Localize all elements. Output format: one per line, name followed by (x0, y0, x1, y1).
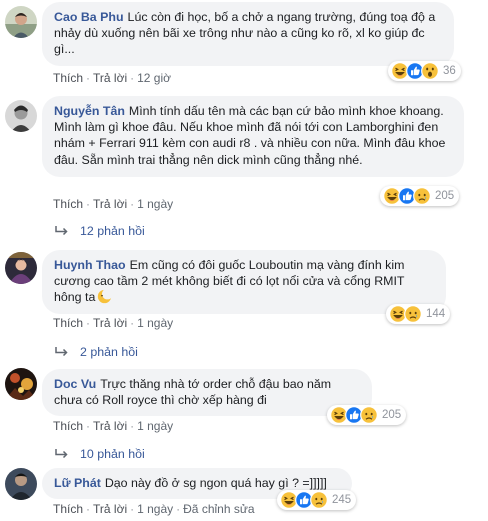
view-replies-link[interactable]: 10 phản hồi (53, 447, 145, 461)
reply-button[interactable]: Trả lời (93, 419, 127, 433)
comment-author[interactable]: Nguyễn Tân (54, 104, 125, 118)
reply-button[interactable]: Trả lời (93, 71, 127, 85)
avatar[interactable] (5, 6, 37, 38)
reply-arrow-icon (53, 346, 69, 358)
timestamp[interactable]: 12 giờ (137, 71, 171, 85)
avatar[interactable] (5, 368, 37, 400)
like-button[interactable]: Thích (53, 502, 83, 516)
sad-icon (404, 305, 422, 323)
reaction-count: 144 (426, 308, 446, 320)
crescent-moon-emoji-icon (98, 289, 113, 304)
comment-actions: Thích · Trả lời · 1 ngày (53, 197, 174, 211)
comment-actions: Thích · Trả lời · 12 giờ (53, 71, 171, 85)
avatar[interactable] (5, 468, 37, 500)
like-button[interactable]: Thích (53, 71, 83, 85)
comment-text: Dạo này đồ ở sg ngon quá hay gì ? =]]]]] (104, 476, 327, 490)
comment-bubble: Huynh Thao Em cũng có đôi guốc Louboutin … (42, 250, 446, 314)
replies-count[interactable]: 2 phản hồi (80, 345, 138, 359)
edited-label[interactable]: Đã chỉnh sửa (183, 502, 254, 516)
view-replies-link[interactable]: 2 phản hồi (53, 345, 138, 359)
sad-icon (413, 187, 431, 205)
reply-button[interactable]: Trả lời (93, 502, 127, 516)
comment-author[interactable]: Huynh Thao (54, 258, 126, 272)
timestamp[interactable]: 1 ngày (137, 502, 173, 516)
reaction-count: 205 (382, 409, 402, 421)
reaction-count: 245 (332, 494, 352, 506)
reaction-summary[interactable]: 36 (388, 61, 461, 81)
comment-bubble: Doc Vu Trực thăng nhà tớ order chỗ đậu ba… (42, 369, 372, 417)
comment-bubble: Nguyễn Tân Mình tính dấu tên mà các bạn c… (42, 96, 464, 177)
wow-icon (421, 62, 439, 80)
comment-bubble: Cao Ba Phu Lúc còn đi học, bố a chở a nga… (42, 2, 454, 66)
reaction-summary[interactable]: 245 (277, 490, 357, 510)
avatar[interactable] (5, 252, 37, 284)
timestamp[interactable]: 1 ngày (137, 419, 173, 433)
reaction-count: 36 (443, 65, 456, 77)
comment-actions: Thích · Trả lời · 1 ngày (53, 419, 174, 433)
reaction-summary[interactable]: 144 (386, 304, 451, 324)
view-replies-link[interactable]: 12 phản hồi (53, 224, 145, 238)
sad-icon (360, 406, 378, 424)
like-button[interactable]: Thích (53, 316, 83, 330)
reaction-summary[interactable]: 205 (327, 405, 407, 425)
like-button[interactable]: Thích (53, 197, 83, 211)
comment-actions: Thích · Trả lời · 1 ngày · Đã chỉnh sửa (53, 502, 255, 516)
reply-button[interactable]: Trả lời (93, 197, 127, 211)
reaction-count: 205 (435, 190, 455, 202)
reaction-summary[interactable]: 205 (380, 186, 460, 206)
reply-arrow-icon (53, 225, 69, 237)
reply-arrow-icon (53, 448, 69, 460)
sad-icon (310, 491, 328, 509)
comment-author[interactable]: Doc Vu (54, 377, 96, 391)
timestamp[interactable]: 1 ngày (137, 197, 173, 211)
replies-count[interactable]: 12 phản hồi (80, 224, 145, 238)
comment-actions: Thích · Trả lời · 1 ngày (53, 316, 174, 330)
reply-button[interactable]: Trả lời (93, 316, 127, 330)
timestamp[interactable]: 1 ngày (137, 316, 173, 330)
comment-author[interactable]: Cao Ba Phu (54, 10, 124, 24)
comment-author[interactable]: Lữ Phát (54, 476, 101, 490)
avatar[interactable] (5, 100, 37, 132)
like-button[interactable]: Thích (53, 419, 83, 433)
replies-count[interactable]: 10 phản hồi (80, 447, 145, 461)
